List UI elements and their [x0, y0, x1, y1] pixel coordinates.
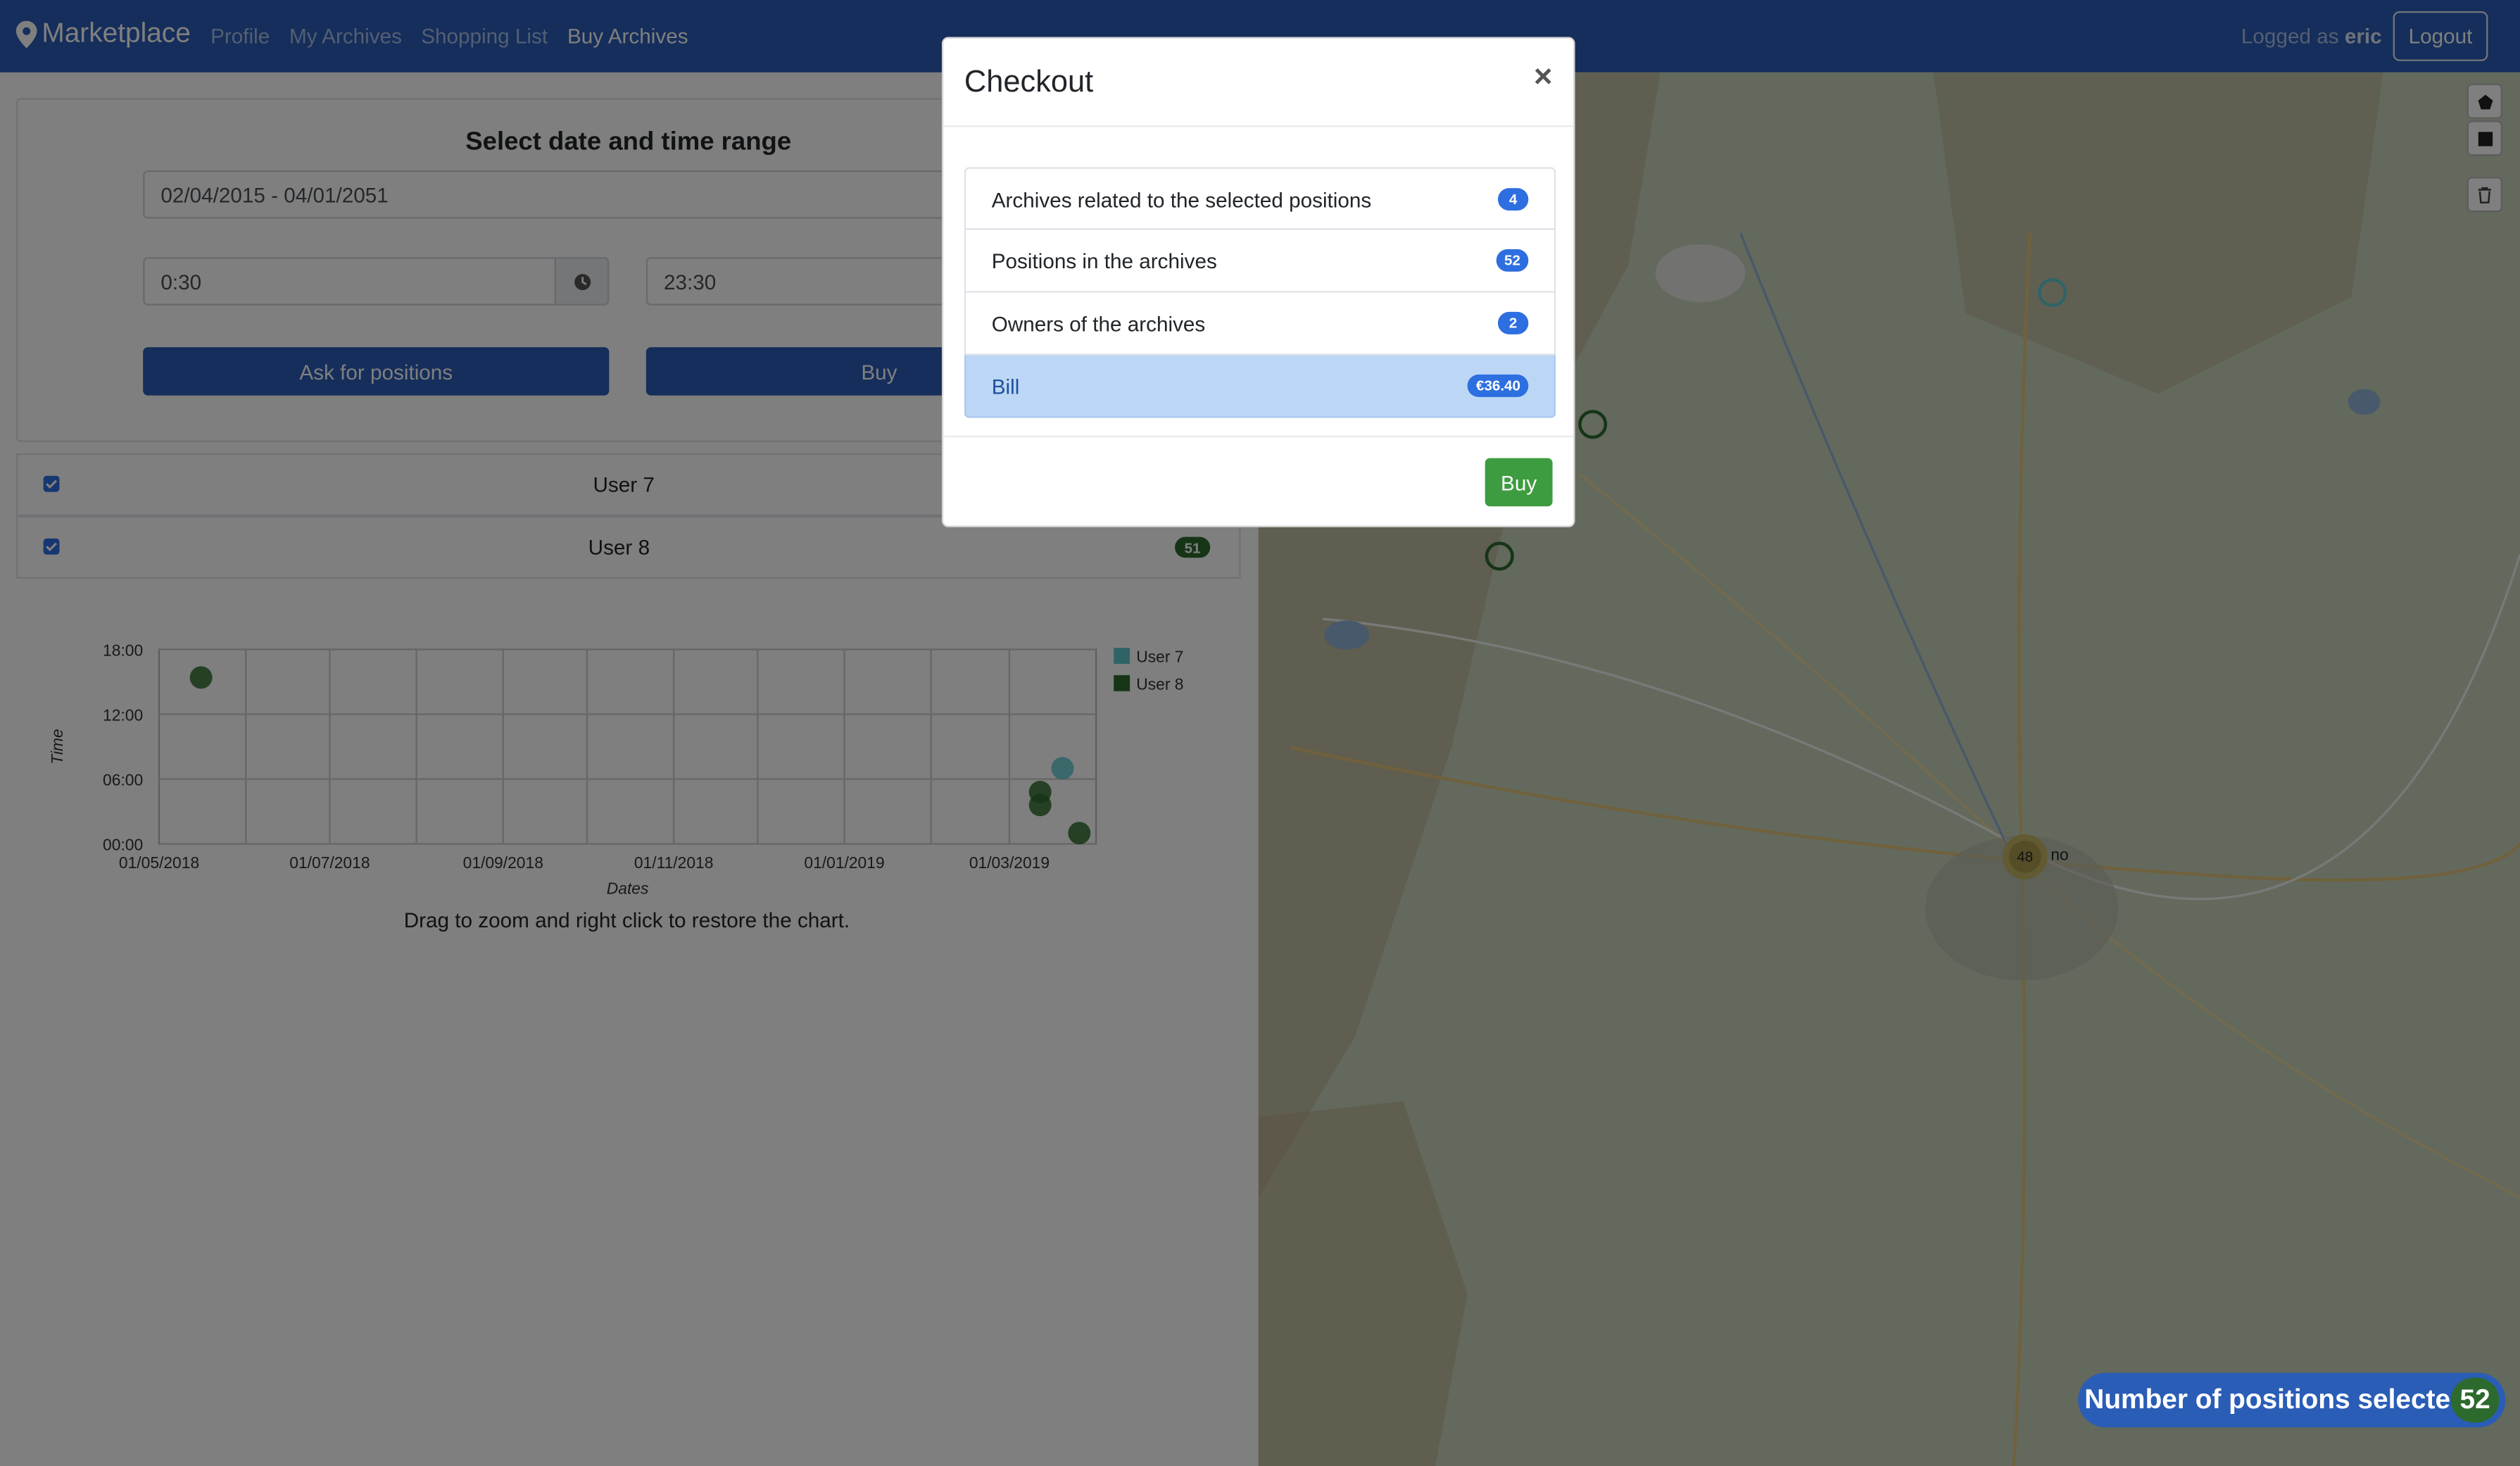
item-label: Archives related to the selected positio…	[991, 188, 1372, 213]
item-label: Positions in the archives	[991, 249, 1217, 274]
bill-label: Bill	[991, 374, 1020, 399]
positions-selected-pill: Number of positions selected: 52	[2078, 1372, 2506, 1428]
close-icon[interactable]: ×	[1534, 59, 1553, 96]
positions-label: Number of positions selected:	[2084, 1384, 2476, 1415]
modal-divider	[943, 435, 1574, 437]
checkout-buy-button[interactable]: Buy	[1485, 458, 1553, 507]
item-badge: 4	[1497, 188, 1529, 211]
item-badge: 52	[1496, 249, 1529, 272]
positions-count: 52	[2450, 1377, 2500, 1423]
item-label: Owners of the archives	[991, 311, 1206, 337]
list-item: Positions in the archives 52	[964, 230, 1556, 293]
list-item: Owners of the archives 2	[964, 292, 1556, 356]
bill-badge: €36.40	[1468, 374, 1529, 397]
bill-item: Bill €36.40	[964, 355, 1556, 418]
modal-title: Checkout	[964, 65, 1094, 100]
checkout-list: Archives related to the selected positio…	[964, 167, 1556, 418]
checkout-modal: Checkout × Archives related to the selec…	[941, 37, 1575, 527]
list-item: Archives related to the selected positio…	[964, 167, 1556, 230]
item-badge: 2	[1497, 311, 1529, 334]
modal-divider	[943, 125, 1574, 127]
